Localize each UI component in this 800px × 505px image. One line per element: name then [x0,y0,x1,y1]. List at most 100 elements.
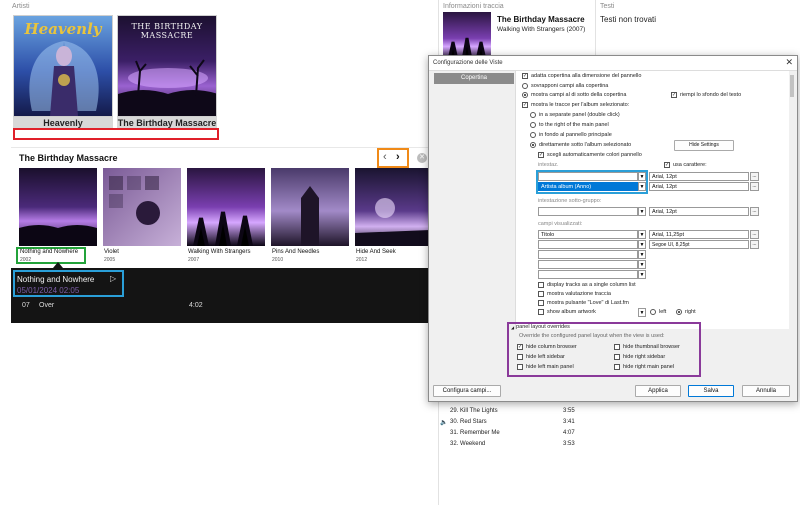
font-picker-button[interactable]: ... [750,172,759,181]
header-font-1[interactable]: Arial, 12pt [649,172,749,181]
field-font-2[interactable]: Segoe UI, 8,25pt [649,240,749,249]
opt-mostra-tracce[interactable]: ✓ mostra le tracce per l'album selezionat… [522,102,629,108]
album-title-1[interactable]: Nothing and Nowhere [20,249,78,255]
opt-right-of-main[interactable]: to the right of the main panel [530,122,609,128]
font-picker-button[interactable]: ... [750,240,759,249]
field-row-2[interactable] [538,240,638,249]
opt-hide-left-main[interactable]: hide left main panel [517,364,574,370]
hide-settings-button[interactable]: Hide Settings [674,140,734,151]
artist-cover-heavenly[interactable]: Heavenly [13,15,113,117]
configure-fields-button[interactable]: Configura campi... [433,385,501,397]
radio-icon[interactable] [676,309,682,315]
checkbox-icon[interactable] [614,354,620,360]
dialog-close-icon[interactable]: ✕ [785,57,793,68]
opt-hide-left-sidebar[interactable]: hide left sidebar [517,354,565,360]
font-picker-button[interactable]: ... [750,230,759,239]
opt-hide-column-browser[interactable]: ✓ hide column browser [517,344,577,350]
opt-single-column[interactable]: display tracks as a single column list [538,282,636,288]
subgroup-field[interactable] [538,207,638,216]
album-thumb-1[interactable] [19,168,97,246]
checkbox-icon[interactable]: ✓ [517,344,523,350]
album-thumb-2[interactable] [103,168,181,246]
opt-adatta[interactable]: ✓ adatta copertina alla dimensione del pa… [522,73,641,79]
opt-mostra-campi[interactable]: mostra campi al di sotto della copertina [522,92,626,98]
checkbox-icon[interactable] [517,364,523,370]
checkbox-icon[interactable] [614,364,620,370]
checkbox-icon[interactable]: ✓ [522,73,528,79]
prev-arrow-icon[interactable]: ‹ [383,151,387,163]
radio-icon[interactable] [530,132,536,138]
close-circle-icon[interactable]: ✕ [417,153,427,163]
opt-sovrapponi[interactable]: sovrapponi campi alla copertina [522,83,608,89]
opt-direttamente[interactable]: direttamente sotto l'album selezionato [530,142,631,148]
opt-hide-thumbnail-browser[interactable]: hide thumbnail browser [614,344,680,350]
dropdown-arrow-icon[interactable]: ▼ [638,260,646,269]
album-title-5[interactable]: Hide And Seek [356,249,396,255]
field-row-3[interactable] [538,250,638,259]
opt-separate-panel[interactable]: in a separate panel (double click) [530,112,620,118]
album-thumb-5[interactable] [355,168,430,246]
player-track-title[interactable]: Over [39,302,54,309]
checkbox-icon[interactable]: ✓ [538,152,544,158]
dropdown-arrow-icon[interactable]: ▼ [638,207,646,216]
opt-scegli-colori[interactable]: ✓ scegli automaticamente colori pannello [538,152,642,158]
checkbox-icon[interactable] [614,344,620,350]
checkbox-icon[interactable]: ✓ [671,92,677,98]
dropdown-arrow-icon[interactable]: ▼ [638,240,646,249]
dropdown-arrow-icon[interactable]: ▼ [638,270,646,279]
checkbox-icon[interactable]: ✓ [522,102,528,108]
checkbox-icon[interactable] [517,354,523,360]
opt-in-fondo[interactable]: in fondo al pannello principale [530,132,612,138]
dropdown-arrow-icon[interactable]: ▼ [638,230,646,239]
checkbox-icon[interactable]: ✓ [664,162,670,168]
album-title-3[interactable]: Walking With Strangers [188,249,250,255]
track-row-title[interactable]: 29. Kill The Lights [450,408,498,414]
radio-icon[interactable] [530,142,536,148]
radio-icon[interactable] [530,122,536,128]
tab-copertina[interactable]: Copertina [434,73,514,84]
opt-riempi[interactable]: ✓ riempi lo sfondo del testo [671,92,741,98]
album-thumb-3[interactable] [187,168,265,246]
radio-icon[interactable] [530,112,536,118]
opt-artwork-right[interactable]: right [676,309,696,315]
opt-hide-right-sidebar[interactable]: hide right sidebar [614,354,665,360]
dropdown-arrow-icon[interactable]: ▼ [638,308,646,317]
field-font-1[interactable]: Arial, 11,25pt [649,230,749,239]
track-row-title[interactable]: 30. Red Stars [450,419,487,425]
dropdown-arrow-icon[interactable]: ▼ [638,250,646,259]
font-picker-button[interactable]: ... [750,207,759,216]
apply-button[interactable]: Applica [635,385,681,397]
track-row-title[interactable]: 32. Weekend [450,441,485,447]
opt-love[interactable]: mostra pulsante "Love" di Last.fm [538,300,629,306]
opt-hide-right-main[interactable]: hide right main panel [614,364,674,370]
checkbox-icon[interactable] [538,291,544,297]
album-thumb-4[interactable] [271,168,349,246]
checkbox-icon[interactable] [538,282,544,288]
field-row-1[interactable]: Titolo [538,230,638,239]
opt-valutazione[interactable]: mostra valutazione traccia [538,291,611,297]
play-icon[interactable]: ▷ [110,274,116,283]
radio-icon[interactable] [522,83,528,89]
font-picker-button[interactable]: ... [750,182,759,191]
album-title-2[interactable]: Violet [104,249,119,255]
checkbox-icon[interactable] [538,300,544,306]
opt-usa-carattere[interactable]: ✓ usa carattere: [664,162,707,168]
save-button[interactable]: Salva [688,385,734,397]
opt-artwork-left[interactable]: left [650,309,666,315]
artist-cover-tbm[interactable]: THE BIRTHDAY MASSACRE [117,15,217,117]
collapse-triangle-icon[interactable]: ◢ [511,325,514,330]
subgroup-font[interactable]: Arial, 12pt [649,207,749,216]
radio-icon[interactable] [522,92,528,98]
checkbox-icon[interactable] [538,309,544,315]
overrides-title[interactable]: ◢ panel layout overrides [511,324,570,330]
opt-show-artwork[interactable]: show album artwork [538,309,596,315]
field-row-5[interactable] [538,270,638,279]
field-row-4[interactable] [538,260,638,269]
cancel-button[interactable]: Annulla [742,385,790,397]
header-font-2[interactable]: Arial, 12pt [649,182,749,191]
next-arrow-icon[interactable]: › [396,151,400,163]
radio-icon[interactable] [650,309,656,315]
track-row-title[interactable]: 31. Remember Me [450,430,500,436]
album-title-4[interactable]: Pins And Needles [272,249,319,255]
dialog-scrollbar[interactable] [789,71,795,329]
